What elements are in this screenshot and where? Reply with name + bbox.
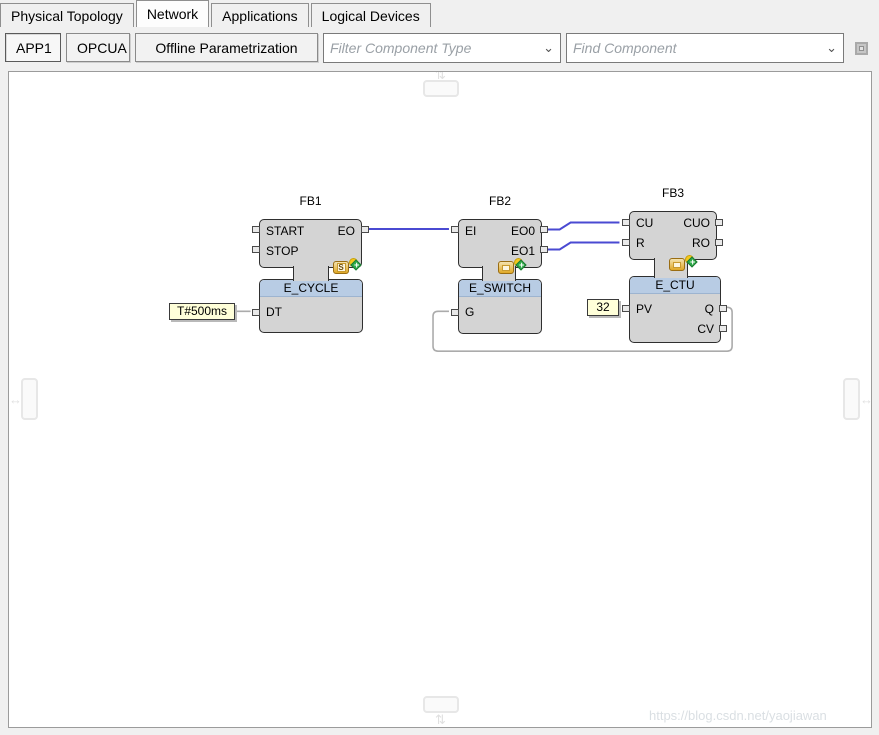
fb1-data-section[interactable]: E_CYCLE DT (259, 279, 363, 333)
fb1-port-dt[interactable]: DT (266, 305, 282, 319)
fb1-pin-eo[interactable] (361, 226, 369, 233)
fb3-port-cu[interactable]: CU (636, 216, 653, 230)
fb3-pv-value[interactable]: 32 (587, 299, 619, 316)
fb2-port-eo0[interactable]: EO0 (511, 224, 535, 238)
wire-fb2eo0-fb3cu (547, 221, 620, 231)
fb3-pin-ro[interactable] (715, 239, 723, 246)
fb1-port-start[interactable]: START (266, 224, 304, 238)
fb1-port-stop[interactable]: STOP (266, 244, 298, 258)
tab-applications[interactable]: Applications (211, 3, 309, 27)
fb2-instance-name[interactable]: FB2 (458, 194, 542, 208)
fb3-event-section[interactable]: CU R CUO RO (629, 211, 717, 260)
fb3-type-name[interactable]: E_CTU (630, 277, 720, 294)
offline-parametrization-button[interactable]: Offline Parametrization (135, 33, 318, 62)
fb1-port-eo[interactable]: EO (338, 224, 355, 238)
fb3-port-r[interactable]: R (636, 236, 645, 250)
fb3-port-q[interactable]: Q (705, 302, 714, 316)
fb3-port-cv[interactable]: CV (697, 322, 714, 336)
fb3-pin-pv[interactable] (622, 305, 630, 312)
app1-button[interactable]: APP1 (5, 33, 61, 62)
fb3-pin-cv[interactable] (719, 325, 727, 332)
fb-chip-icon (498, 261, 514, 274)
tab-physical-topology[interactable]: Physical Topology (0, 3, 134, 27)
fb2-port-g[interactable]: G (465, 305, 474, 319)
deployed-marker-icon: + (514, 258, 527, 271)
filter-combo-placeholder: Filter Component Type (330, 40, 472, 56)
fb3-pin-r[interactable] (622, 239, 630, 246)
fb-chip-icon (669, 258, 685, 271)
fb2-data-section[interactable]: E_SWITCH G (458, 279, 542, 334)
chevron-down-icon[interactable]: ⌄ (539, 40, 554, 56)
deployed-marker-icon: + (685, 255, 698, 268)
find-component-combo[interactable]: Find Component ⌄ (566, 33, 844, 63)
wire-fb2eo1-fb3r (547, 241, 620, 251)
fb1-instance-name[interactable]: FB1 (259, 194, 362, 208)
fb1-neck (293, 266, 329, 281)
fb1-pin-dt[interactable] (252, 309, 260, 316)
fb3-data-section[interactable]: E_CTU PV Q CV (629, 276, 721, 343)
fb2-pin-eo1[interactable] (540, 246, 548, 253)
fb2-pin-g[interactable] (451, 309, 459, 316)
fb3-instance-name[interactable]: FB3 (629, 186, 717, 200)
sifb-s-chip-icon: S (333, 261, 349, 274)
fb3-pin-cuo[interactable] (715, 219, 723, 226)
fb3-pin-q[interactable] (719, 305, 727, 312)
square-in-square-icon (854, 41, 868, 55)
watermark-text: https://blog.csdn.net/yaojiawan (649, 708, 827, 723)
fb3-port-cuo[interactable]: CUO (683, 216, 710, 230)
tab-network[interactable]: Network (135, 0, 210, 27)
filter-component-type-combo[interactable]: Filter Component Type ⌄ (323, 33, 561, 63)
fb2-port-eo1[interactable]: EO1 (511, 244, 535, 258)
deployed-marker-icon: + (349, 258, 362, 271)
find-combo-placeholder: Find Component (573, 40, 677, 56)
fb2-pin-ei[interactable] (451, 226, 459, 233)
fb2-type-name[interactable]: E_SWITCH (459, 280, 541, 297)
connection-wires (234, 221, 733, 352)
fb3-port-ro[interactable]: RO (692, 236, 710, 250)
toolbar: APP1 OPCUA Offline Parametrization Filte… (0, 29, 879, 67)
opcua-button[interactable]: OPCUA (66, 33, 130, 62)
tab-logical-devices[interactable]: Logical Devices (310, 3, 431, 27)
fb1-pin-start[interactable] (252, 226, 260, 233)
fb1-dt-value[interactable]: T#500ms (169, 303, 235, 320)
fb2-pin-eo0[interactable] (540, 226, 548, 233)
fb1-pin-stop[interactable] (252, 246, 260, 253)
network-diagram-canvas[interactable]: ⇅ ⇅ ↔ ↔ FB1 START STOP EO S + E_CYCLE DT… (8, 71, 872, 728)
overview-toggle-button[interactable] (851, 38, 871, 58)
chevron-down-icon[interactable]: ⌄ (822, 40, 837, 56)
fb3-port-pv[interactable]: PV (636, 302, 652, 316)
editor-tab-bar: Physical Topology Network Applications L… (0, 0, 879, 27)
fb3-pin-cu[interactable] (622, 219, 630, 226)
fb1-type-name[interactable]: E_CYCLE (260, 280, 362, 297)
fb2-port-ei[interactable]: EI (465, 224, 476, 238)
